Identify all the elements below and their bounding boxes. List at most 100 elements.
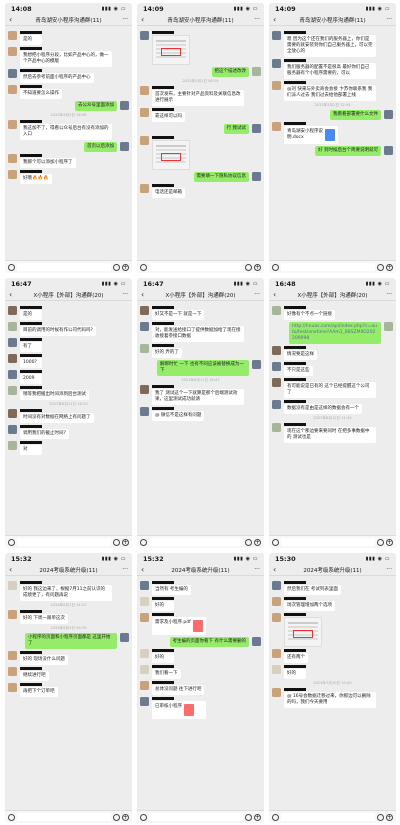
message-bubble[interactable]: 不知道要怎么操作 xyxy=(20,89,62,99)
message-bubble[interactable]: 行 我试试 xyxy=(223,124,249,134)
avatar[interactable] xyxy=(272,122,281,131)
avatar[interactable] xyxy=(8,170,17,179)
avatar[interactable] xyxy=(140,407,149,416)
message-bubble[interactable]: 是的 xyxy=(20,310,42,320)
avatar[interactable] xyxy=(272,306,281,315)
message-bubble[interactable]: 调用我们的截止时间? xyxy=(20,429,69,439)
avatar[interactable] xyxy=(140,613,149,622)
avatar[interactable] xyxy=(272,423,281,432)
message-bubble[interactable]: 把这个描述改改 xyxy=(211,67,249,77)
message-list[interactable]: 是的 目前的调用的时候有作公司代码吗? 有了 1000? 2009 稍等我把搬出时间添到后… xyxy=(5,302,132,535)
plus-icon[interactable]: + xyxy=(254,813,261,821)
avatar[interactable] xyxy=(8,338,17,347)
message-input[interactable] xyxy=(281,538,375,546)
message-bubble[interactable]: 去公众号里面添加 xyxy=(75,101,117,111)
avatar[interactable] xyxy=(140,136,149,145)
voice-icon[interactable] xyxy=(272,813,279,821)
message-bubble[interactable]: 对，能发送给接口了提供数据加给了现在接收接着参接口数据 xyxy=(152,326,244,342)
message-list[interactable]: 然后我们在 考试列表里面 场次管理增加两个选项 还有两个 好的 2024年7月10日 1… xyxy=(269,577,396,810)
message-bubble[interactable]: 嗯 因为这个还在我们的服务器上，你们是需要的就安装到你们自己服务器上，可以完全放… xyxy=(284,35,376,57)
more-icon[interactable]: ··· xyxy=(120,16,128,23)
avatar[interactable] xyxy=(272,59,281,68)
message-bubble[interactable]: 好的 xyxy=(284,669,306,679)
avatar[interactable] xyxy=(140,306,149,315)
avatar[interactable] xyxy=(8,306,17,315)
more-icon[interactable]: ··· xyxy=(252,16,260,23)
message-bubble[interactable]: 好的 xyxy=(152,653,174,663)
avatar[interactable] xyxy=(272,665,281,674)
message-bubble[interactable]: 然后去参考前面小程序的产品中心 xyxy=(20,73,94,83)
more-icon[interactable]: ··· xyxy=(384,291,392,298)
avatar[interactable] xyxy=(272,649,281,658)
voice-icon[interactable] xyxy=(140,263,147,271)
emoji-icon[interactable] xyxy=(113,538,120,546)
avatar[interactable] xyxy=(8,154,17,163)
message-input[interactable] xyxy=(281,813,375,821)
message-list[interactable]: 当然有 考生编的 好的 需求及小程序.pdf 考生编的页面你看下 有什么需要删的 好的我… xyxy=(137,577,264,810)
back-icon[interactable]: ‹ xyxy=(141,15,149,24)
avatar[interactable] xyxy=(140,344,149,353)
avatar[interactable] xyxy=(8,85,17,94)
back-icon[interactable]: ‹ xyxy=(9,15,17,24)
message-bubble[interactable]: 有可能说是已有的 这个已经提醒这个公司了 xyxy=(284,382,376,398)
more-icon[interactable]: ··· xyxy=(384,566,392,573)
avatar[interactable] xyxy=(8,69,17,78)
message-bubble[interactable]: 靠这样可以吗 xyxy=(152,112,185,122)
avatar[interactable] xyxy=(8,322,17,331)
message-bubble[interactable]: 是的 xyxy=(20,35,42,45)
message-bubble[interactable]: 小程序的页面和小程序页面都是 这里开始了 xyxy=(25,633,117,649)
emoji-icon[interactable] xyxy=(113,813,120,821)
message-bubble[interactable]: 解绑时忙 一下 也有不同应该被替换成为一下 xyxy=(157,360,249,376)
message-bubble[interactable]: 稍等我把搬出时间添到后台测试 xyxy=(20,390,89,400)
back-icon[interactable]: ‹ xyxy=(273,565,281,574)
message-bubble[interactable]: @刘 快来与外卖商会会接 卞苏你联系我 我们派人过去 我们过去给他部署上线 xyxy=(284,85,376,101)
message-input[interactable] xyxy=(281,263,375,271)
avatar[interactable] xyxy=(8,425,17,434)
avatar[interactable] xyxy=(8,667,17,676)
avatar[interactable] xyxy=(8,409,17,418)
avatar[interactable] xyxy=(8,683,17,692)
emoji-icon[interactable] xyxy=(377,263,384,271)
avatar[interactable] xyxy=(272,31,281,40)
voice-icon[interactable] xyxy=(272,538,279,546)
emoji-icon[interactable] xyxy=(377,538,384,546)
message-list[interactable]: 好又不是一下 就是一下 对，能发送给接口了提供数据加给了现在接收接着参接口数据 好的… xyxy=(137,302,264,535)
message-bubble[interactable]: 好的 我这边来了，根据7月11之前认识的成绩更了，有问题再说 xyxy=(20,585,112,601)
voice-icon[interactable] xyxy=(8,813,15,821)
back-icon[interactable]: ‹ xyxy=(273,290,281,299)
avatar[interactable] xyxy=(252,67,261,76)
message-bubble[interactable]: 场次管理增加两个选项 xyxy=(284,601,335,611)
avatar[interactable] xyxy=(272,597,281,606)
message-bubble[interactable]: 现在这个那边要来要同时 在把多事数据中的 测试也是 xyxy=(284,427,376,443)
more-icon[interactable]: ··· xyxy=(252,291,260,298)
avatar[interactable] xyxy=(8,31,17,40)
avatar[interactable] xyxy=(384,322,393,331)
voice-icon[interactable] xyxy=(8,538,15,546)
plus-icon[interactable]: + xyxy=(122,263,129,271)
file-card[interactable]: 需求及小程序.pdf xyxy=(152,617,206,635)
voice-icon[interactable] xyxy=(140,538,147,546)
plus-icon[interactable]: + xyxy=(386,263,393,271)
message-bubble[interactable]: 目前的调用的时候有作公司代码吗? xyxy=(20,326,96,336)
image-thumbnail[interactable] xyxy=(152,140,190,170)
emoji-icon[interactable] xyxy=(113,263,120,271)
message-bubble[interactable]: 好又不是一下 就是一下 xyxy=(152,310,205,320)
link-bubble[interactable]: http://hnuas.com/api/index.php?c=auto/te… xyxy=(289,322,381,344)
more-icon[interactable]: ··· xyxy=(120,566,128,573)
message-bubble[interactable]: 好哦🔥🔥🔥 xyxy=(20,174,52,184)
avatar[interactable] xyxy=(252,360,261,369)
message-bubble[interactable]: 有了 xyxy=(20,342,42,352)
message-input[interactable] xyxy=(149,263,243,271)
message-bubble[interactable]: 需要填一下隐私协议信息 xyxy=(193,172,249,182)
message-bubble[interactable]: 总体没问题 往下进行吧 xyxy=(152,685,205,695)
emoji-icon[interactable] xyxy=(245,263,252,271)
message-bubble[interactable]: 再把下个订单吧 xyxy=(20,687,58,697)
message-list[interactable]: 嗯 因为这个还在我们的服务器上，你们是需要的就安装到你们自己服务器上，可以完全放… xyxy=(269,27,396,260)
back-icon[interactable]: ‹ xyxy=(273,15,281,24)
emoji-icon[interactable] xyxy=(377,813,384,821)
plus-icon[interactable]: + xyxy=(122,813,129,821)
message-bubble[interactable]: 好的 下周一跟单这次 xyxy=(20,614,68,624)
message-bubble[interactable]: 对 xyxy=(20,445,42,455)
image-thumbnail[interactable] xyxy=(284,617,322,647)
avatar[interactable] xyxy=(8,120,17,129)
